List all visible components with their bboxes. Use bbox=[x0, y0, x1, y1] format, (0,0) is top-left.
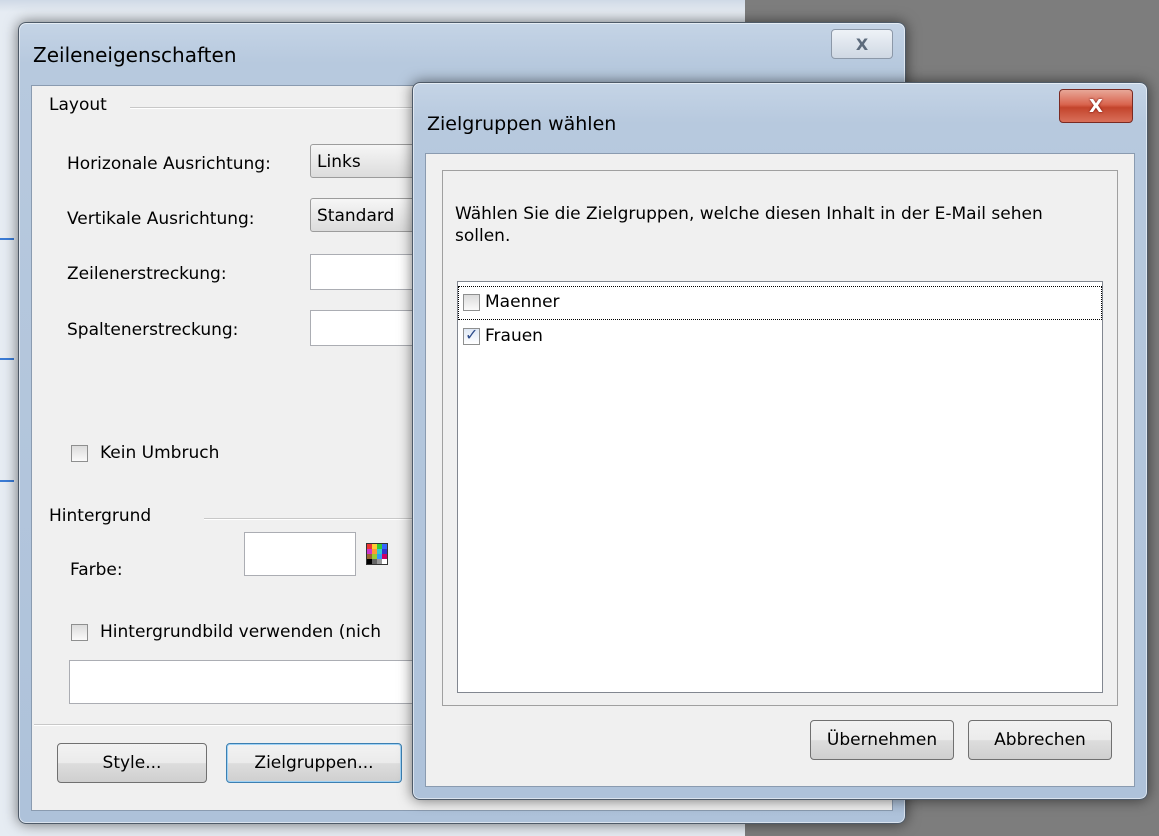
background-image-label: Hintergrundbild verwenden (nich bbox=[100, 622, 381, 642]
close-icon: X bbox=[855, 34, 869, 54]
list-item-label: Maenner bbox=[485, 292, 560, 312]
rowspan-label: Zeilenerstreckung: bbox=[67, 264, 227, 284]
background-edge-line bbox=[0, 238, 14, 240]
select-targetgroups-client: Wählen Sie die Zielgruppen, welche diese… bbox=[425, 153, 1135, 787]
row-properties-title: Zeileneigenschaften bbox=[33, 43, 237, 67]
layout-group-label: Layout bbox=[49, 95, 113, 115]
list-item[interactable]: Maenner bbox=[458, 286, 1102, 320]
color-label: Farbe: bbox=[70, 560, 123, 580]
cancel-button[interactable]: Abbrechen bbox=[968, 720, 1112, 760]
nowrap-label: Kein Umbruch bbox=[100, 443, 220, 463]
background-group-label: Hintergrund bbox=[49, 506, 158, 526]
targetgroups-panel: Wählen Sie die Zielgruppen, welche diese… bbox=[442, 170, 1118, 706]
targetgroups-button[interactable]: Zielgruppen... bbox=[226, 743, 402, 783]
color-input[interactable] bbox=[244, 532, 356, 576]
list-item-label: Frauen bbox=[485, 326, 543, 346]
background-edge-line bbox=[0, 480, 14, 482]
select-targetgroups-dialog: Zielgruppen wählen X Wählen Sie die Ziel… bbox=[412, 82, 1148, 800]
checkmark-icon: ✓ bbox=[465, 325, 479, 344]
background-image-path-input[interactable] bbox=[69, 660, 429, 704]
list-item-checkbox[interactable] bbox=[463, 294, 480, 311]
background-edge-line bbox=[0, 358, 14, 360]
horizontal-alignment-label: Horizonale Ausrichtung: bbox=[67, 154, 271, 174]
nowrap-checkbox[interactable] bbox=[71, 445, 88, 462]
background-image-checkbox[interactable] bbox=[71, 624, 88, 641]
targetgroups-list[interactable]: Maenner ✓ Frauen bbox=[457, 281, 1103, 693]
list-item-checkbox[interactable]: ✓ bbox=[463, 325, 480, 345]
color-picker-icon[interactable] bbox=[366, 543, 388, 565]
apply-button[interactable]: Übernehmen bbox=[810, 720, 954, 760]
style-button[interactable]: Style... bbox=[57, 743, 207, 783]
colspan-label: Spaltenerstreckung: bbox=[67, 320, 239, 340]
instruction-text: Wählen Sie die Zielgruppen, welche diese… bbox=[455, 204, 1043, 246]
close-button[interactable]: X bbox=[831, 29, 893, 59]
background-app-topbar bbox=[0, 0, 745, 12]
list-item[interactable]: ✓ Frauen bbox=[458, 320, 1102, 354]
select-targetgroups-title: Zielgruppen wählen bbox=[427, 113, 617, 135]
close-button[interactable]: X bbox=[1059, 89, 1133, 123]
vertical-alignment-label: Vertikale Ausrichtung: bbox=[67, 209, 255, 229]
close-icon: X bbox=[1089, 95, 1103, 117]
